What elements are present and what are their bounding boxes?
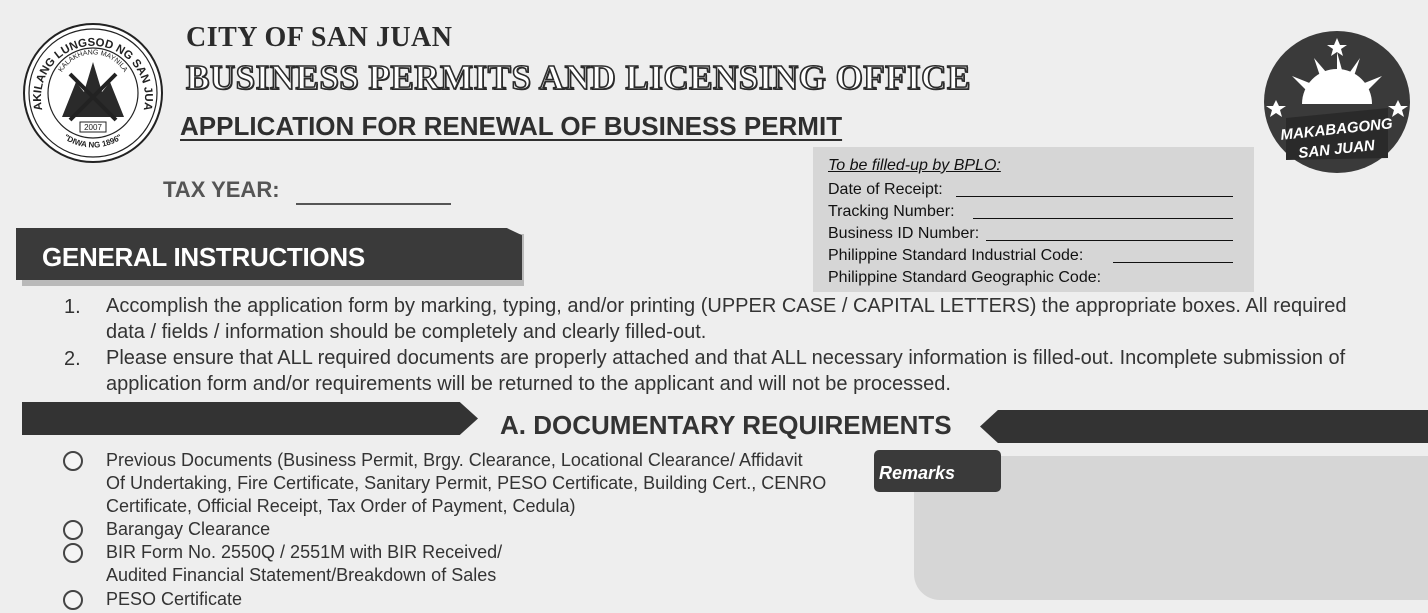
instruction-line: Accomplish the application form by marki…	[106, 295, 1347, 317]
instructions-title: GENERAL INSTRUCTIONS	[42, 242, 365, 272]
instruction-number: 2.	[64, 348, 81, 370]
city-name: CITY OF SAN JUAN	[186, 22, 453, 53]
requirement-line: Certificate, Official Receipt, Tax Order…	[106, 496, 576, 516]
requirement-line: Audited Financial Statement/Breakdown of…	[106, 565, 497, 585]
bplo-business-id-field[interactable]	[986, 240, 1233, 241]
section-bar-right	[980, 410, 1428, 443]
bplo-psic-label: Philippine Standard Industrial Code:	[828, 247, 1084, 264]
makabagong-san-juan-logo: MAKABAGONG SAN JUAN	[1264, 31, 1410, 173]
bplo-psic-field[interactable]	[1113, 262, 1233, 263]
instruction-line: data / fields / information should be co…	[106, 321, 707, 343]
tax-year-field[interactable]	[296, 203, 451, 205]
requirement-line: Of Undertaking, Fire Certificate, Sanita…	[106, 473, 827, 493]
requirement-line: Previous Documents (Business Permit, Brg…	[106, 450, 803, 470]
city-seal-logo: DAKILANG LUNGSOD NG SAN JUAN KALAKHANG M…	[22, 22, 163, 163]
instruction-item: Accomplish the application form by marki…	[106, 293, 1416, 345]
requirement-line: PESO Certificate	[106, 589, 243, 609]
requirement-line: BIR Form No. 2550Q / 2551M with BIR Rece…	[106, 542, 503, 562]
requirement-item: Barangay Clearance	[106, 518, 866, 541]
bplo-date-of-receipt-field[interactable]	[956, 196, 1233, 197]
instruction-line: application form and/or requirements wil…	[106, 373, 951, 395]
bplo-date-of-receipt-label: Date of Receipt:	[828, 181, 943, 198]
requirement-line: Barangay Clearance	[106, 519, 271, 539]
bplo-business-id-label: Business ID Number:	[828, 225, 980, 242]
seal-year: 2007	[84, 123, 102, 132]
form-title: APPLICATION FOR RENEWAL OF BUSINESS PERM…	[180, 111, 843, 141]
bplo-heading: To be filled-up by BPLO:	[828, 157, 1001, 174]
instruction-line: Please ensure that ALL required document…	[106, 347, 1346, 369]
bplo-tracking-number-field[interactable]	[973, 218, 1233, 219]
requirement-item: BIR Form No. 2550Q / 2551M with BIR Rece…	[106, 541, 866, 587]
requirement-radio[interactable]	[63, 543, 83, 563]
requirement-radio[interactable]	[63, 451, 83, 471]
requirement-radio[interactable]	[63, 520, 83, 540]
remarks-label: Remarks	[879, 463, 956, 483]
instruction-number: 1.	[64, 296, 81, 318]
bplo-use-box: To be filled-up by BPLO: Date of Receipt…	[813, 147, 1254, 292]
tax-year-label: TAX YEAR:	[163, 177, 280, 202]
section-bar-left	[22, 402, 478, 435]
requirement-item: Previous Documents (Business Permit, Brg…	[106, 449, 866, 518]
requirement-radio[interactable]	[63, 590, 83, 610]
requirement-item: PESO Certificate	[106, 588, 866, 611]
section-a-title: A. DOCUMENTARY REQUIREMENTS	[500, 410, 952, 440]
instruction-item: Please ensure that ALL required document…	[106, 345, 1416, 397]
bplo-psgc-label: Philippine Standard Geographic Code:	[828, 269, 1102, 286]
office-name: BUSINESS PERMITS AND LICENSING OFFICE	[185, 57, 971, 98]
bplo-tracking-number-label: Tracking Number:	[828, 203, 955, 220]
